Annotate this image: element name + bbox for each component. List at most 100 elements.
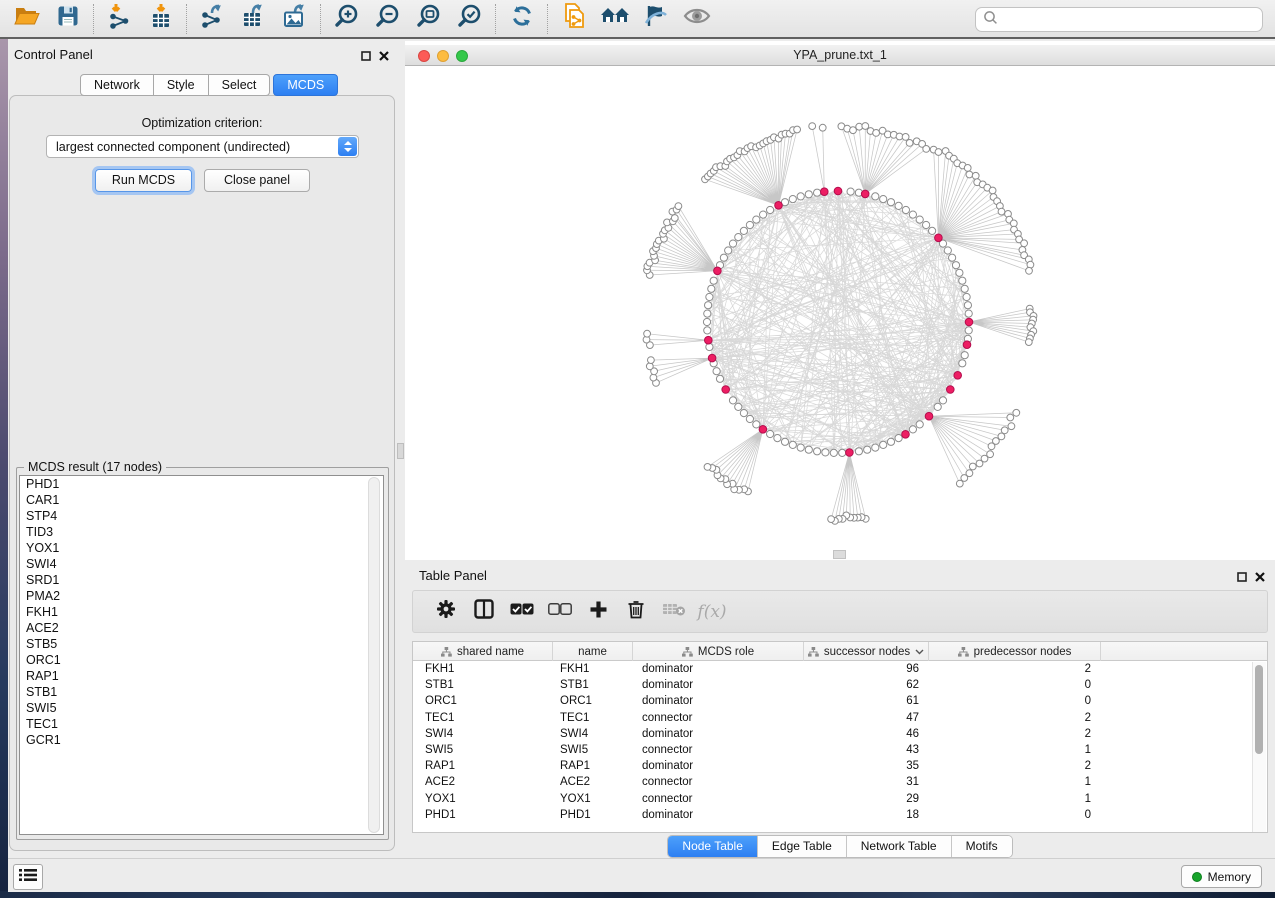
mcds-result-list[interactable]: PHD1 CAR1 STP4 TID3 YOX1 SWI4 SRD1 PMA2 … [19, 475, 384, 835]
column-header-filler [1101, 642, 1267, 661]
delete-table-button[interactable] [655, 596, 693, 628]
list-scrollbar[interactable] [368, 477, 380, 833]
tab-style[interactable]: Style [154, 74, 209, 96]
first-neighbors-button[interactable] [594, 2, 635, 36]
unselect-all-button[interactable] [541, 596, 579, 628]
import-table-button[interactable] [140, 2, 181, 36]
fx-icon: f(x) [697, 602, 726, 622]
save-session-button[interactable] [47, 2, 88, 36]
column-header-mcds-role[interactable]: MCDS role [633, 642, 804, 661]
zoom-fit-button[interactable] [408, 2, 449, 36]
float-panel-icon[interactable] [1237, 569, 1247, 587]
memory-button[interactable]: Memory [1181, 865, 1262, 888]
tab-network-table[interactable]: Network Table [847, 836, 952, 857]
column-header-predecessor-nodes[interactable]: predecessor nodes [929, 642, 1101, 661]
list-item[interactable]: SRD1 [20, 572, 383, 588]
list-item[interactable]: CAR1 [20, 492, 383, 508]
graphics-details-button[interactable] [635, 2, 676, 36]
save-icon [56, 4, 80, 33]
vertical-splitter[interactable] [397, 41, 405, 858]
network-canvas[interactable] [405, 66, 1275, 560]
list-item[interactable]: TID3 [20, 524, 383, 540]
import-network-button[interactable] [99, 2, 140, 36]
table-row[interactable]: ORC1ORC1dominator610 [413, 693, 1267, 709]
function-builder-button[interactable]: f(x) [693, 596, 731, 628]
table-row[interactable]: SWI5SWI5connector431 [413, 742, 1267, 758]
table-scrollbar[interactable] [1252, 662, 1266, 832]
birds-eye-button[interactable] [676, 2, 717, 36]
zoom-in-button[interactable] [326, 2, 367, 36]
float-panel-icon[interactable] [361, 48, 371, 66]
show-columns-button[interactable] [465, 596, 503, 628]
delete-row-button[interactable] [617, 596, 655, 628]
table-row[interactable]: RAP1RAP1dominator352 [413, 758, 1267, 774]
export-network-button[interactable] [192, 2, 233, 36]
sort-chevron-icon [915, 649, 924, 655]
close-panel-icon[interactable] [379, 48, 389, 66]
search-box[interactable] [975, 7, 1263, 32]
control-panel: Control Panel Network Style Select MCDS … [8, 41, 397, 858]
open-folder-icon [13, 3, 41, 34]
list-item[interactable]: STB1 [20, 684, 383, 700]
refresh-button[interactable] [501, 2, 542, 36]
criterion-dropdown[interactable]: largest connected component (undirected) [46, 135, 359, 158]
table-options-button[interactable] [427, 596, 465, 628]
select-all-button[interactable] [503, 596, 541, 628]
trash-icon [627, 599, 645, 624]
table-scrollbar-thumb[interactable] [1255, 665, 1263, 754]
add-row-button[interactable] [579, 596, 617, 628]
column-header-name[interactable]: name [553, 642, 633, 661]
desktop-wallpaper-bottom [0, 891, 1275, 898]
table-panel-title: Table Panel [419, 568, 487, 583]
table-tabs: Node Table Edge Table Network Table Moti… [667, 835, 1012, 858]
zoom-out-button[interactable] [367, 2, 408, 36]
desktop-wallpaper-left [0, 39, 8, 898]
list-item[interactable]: SWI5 [20, 700, 383, 716]
show-panels-button[interactable] [13, 864, 43, 890]
table-row[interactable]: TEC1TEC1connector472 [413, 710, 1267, 726]
table-row[interactable]: FKH1FKH1dominator962 [413, 661, 1267, 677]
list-item[interactable]: YOX1 [20, 540, 383, 556]
list-item[interactable]: STP4 [20, 508, 383, 524]
table-row[interactable]: PHD1PHD1dominator180 [413, 807, 1267, 823]
tab-node-table[interactable]: Node Table [668, 836, 758, 857]
column-header-successor-nodes[interactable]: successor nodes [804, 642, 929, 661]
delete-table-icon [662, 601, 686, 622]
network-graph[interactable] [405, 66, 1275, 560]
list-item[interactable]: STB5 [20, 636, 383, 652]
tab-select[interactable]: Select [209, 74, 271, 96]
list-item[interactable]: GCR1 [20, 732, 383, 748]
plus-icon [589, 600, 608, 624]
close-panel-button[interactable]: Close panel [204, 169, 310, 192]
list-item[interactable]: TEC1 [20, 716, 383, 732]
tab-motifs[interactable]: Motifs [952, 836, 1012, 857]
search-input[interactable] [998, 12, 1262, 28]
column-header-shared-name[interactable]: shared name [413, 642, 553, 661]
table-row[interactable]: SWI4SWI4dominator462 [413, 726, 1267, 742]
tab-network[interactable]: Network [80, 74, 154, 96]
clone-network-button[interactable] [553, 2, 594, 36]
toolbar-separator [320, 4, 321, 34]
list-item[interactable]: PHD1 [20, 476, 383, 492]
zoom-selected-button[interactable] [449, 2, 490, 36]
memory-status-icon [1192, 872, 1202, 882]
flag-eye-icon [643, 3, 669, 34]
close-panel-icon[interactable] [1255, 569, 1265, 587]
export-table-button[interactable] [233, 2, 274, 36]
list-item[interactable]: ACE2 [20, 620, 383, 636]
list-item[interactable]: PMA2 [20, 588, 383, 604]
list-item[interactable]: FKH1 [20, 604, 383, 620]
list-item[interactable]: ORC1 [20, 652, 383, 668]
list-item[interactable]: RAP1 [20, 668, 383, 684]
splitter-grip[interactable] [397, 443, 404, 459]
list-item[interactable]: SWI4 [20, 556, 383, 572]
tab-mcds[interactable]: MCDS [273, 74, 338, 96]
tab-edge-table[interactable]: Edge Table [758, 836, 847, 857]
table-row[interactable]: YOX1YOX1connector291 [413, 791, 1267, 807]
horizontal-splitter-grip[interactable] [833, 550, 846, 559]
export-image-button[interactable] [274, 2, 315, 36]
open-file-button[interactable] [6, 2, 47, 36]
table-row[interactable]: STB1STB1dominator620 [413, 677, 1267, 693]
run-mcds-button[interactable]: Run MCDS [95, 169, 192, 192]
table-row[interactable]: ACE2ACE2connector311 [413, 774, 1267, 790]
